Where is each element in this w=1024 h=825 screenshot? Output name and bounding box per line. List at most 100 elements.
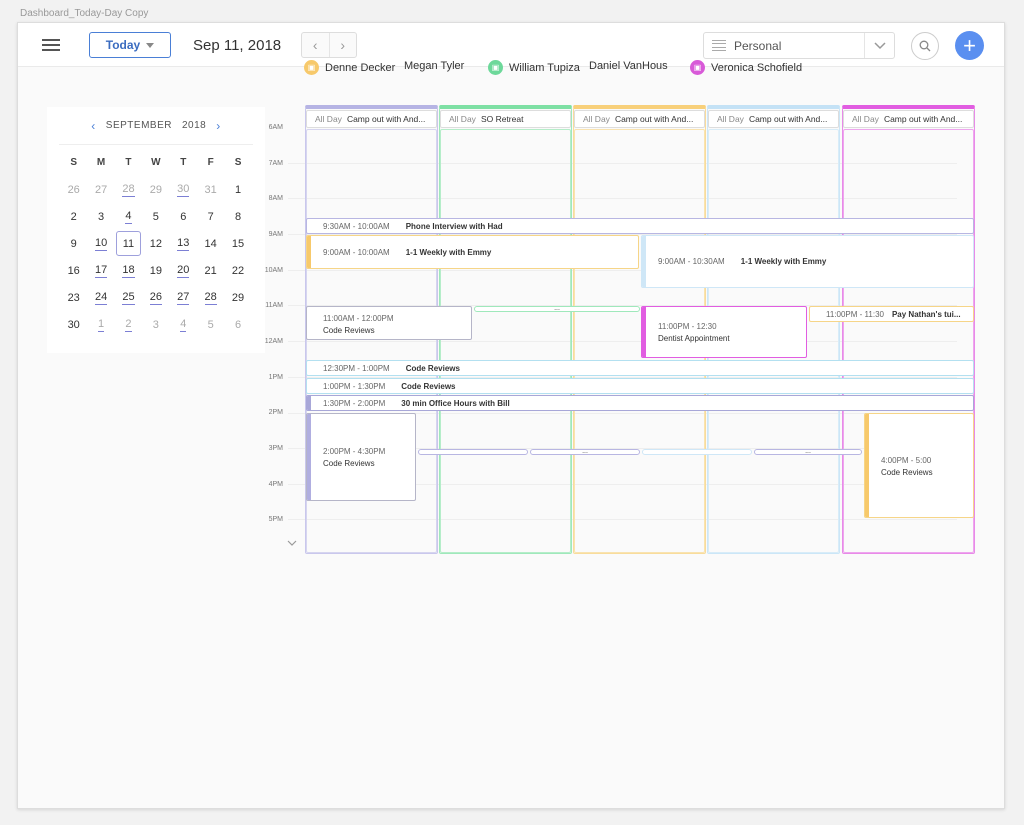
more-events[interactable]	[642, 449, 752, 455]
more-events[interactable]: ...	[754, 448, 862, 455]
event-code-reviews-4[interactable]: 4:00PM - 5:00 Code Reviews	[864, 413, 974, 518]
person-william[interactable]: ▣ William Tupiza	[488, 60, 580, 75]
day-cell[interactable]: 3	[87, 203, 114, 230]
mini-calendar-month: SEPTEMBER	[105, 120, 172, 131]
allday-event[interactable]: All Day SO Retreat	[440, 110, 571, 128]
event-code-reviews-1230[interactable]: 12:30PM - 1:00PM Code Reviews	[306, 360, 974, 376]
day-cell[interactable]: 28	[115, 176, 142, 203]
day-cell[interactable]: 4	[170, 311, 197, 338]
day-cell[interactable]: 1	[224, 176, 251, 203]
day-cell[interactable]: 29	[224, 284, 251, 311]
person-veronica[interactable]: ▣ Veronica Schofield	[690, 60, 802, 75]
current-date: Sep 11, 2018	[193, 37, 282, 54]
event-code-reviews-2[interactable]: 2:00PM - 4:30PM Code Reviews	[306, 413, 416, 501]
day-cell[interactable]: 24	[87, 284, 114, 311]
weekday-label: T	[125, 157, 132, 168]
time-label: 5PM	[268, 516, 283, 523]
day-cell[interactable]: 25	[115, 284, 142, 311]
day-number: 20	[177, 263, 190, 278]
day-cell[interactable]: 27	[87, 176, 114, 203]
chevron-right-icon[interactable]: ›	[328, 33, 357, 57]
day-cell[interactable]: 11	[115, 230, 142, 257]
event-phone-interview[interactable]: 9:30AM - 10:00AM Phone Interview with Had	[306, 218, 974, 234]
day-cell[interactable]: 12	[142, 230, 169, 257]
chevron-down-icon[interactable]	[864, 33, 894, 58]
day-number: 1	[234, 183, 242, 196]
allday-event[interactable]: All Day Camp out with And...	[708, 110, 839, 128]
day-cell[interactable]: 16	[60, 257, 87, 284]
calendar-select[interactable]: Personal	[703, 32, 895, 59]
person-daniel[interactable]: Daniel VanHous	[589, 60, 668, 72]
day-number: 27	[94, 183, 108, 196]
more-events[interactable]: ...	[474, 305, 640, 312]
day-cell[interactable]: 6	[170, 203, 197, 230]
person-megan[interactable]: Megan Tyler	[404, 60, 464, 72]
day-cell[interactable]: 10	[87, 230, 114, 257]
event-weekly-emmy-2[interactable]: 9:00AM - 10:30AM 1-1 Weekly with Emmy	[641, 235, 974, 288]
day-cell[interactable]: 17	[87, 257, 114, 284]
day-cell[interactable]: 31	[197, 176, 224, 203]
day-cell[interactable]: 20	[170, 257, 197, 284]
person-denne[interactable]: ▣ Denne Decker	[304, 60, 395, 75]
day-cell[interactable]: 9	[60, 230, 87, 257]
day-number: 18	[122, 263, 135, 278]
day-cell[interactable]: 1	[87, 311, 114, 338]
day-number: 21	[204, 264, 217, 277]
today-button[interactable]: Today	[89, 32, 171, 58]
day-cell[interactable]: 21	[197, 257, 224, 284]
day-cell[interactable]: 13	[170, 230, 197, 257]
day-number: 4	[180, 317, 187, 332]
list-icon	[712, 40, 726, 51]
next-month-icon[interactable]: ›	[216, 119, 221, 133]
day-cell[interactable]: 23	[60, 284, 87, 311]
event-office-hours[interactable]: 1:30PM - 2:00PM 30 min Office Hours with …	[306, 395, 974, 411]
day-cell[interactable]: 14	[197, 230, 224, 257]
day-cell[interactable]: 6	[224, 311, 251, 338]
add-event-button[interactable]: +	[955, 31, 984, 60]
event-code-reviews-11[interactable]: 11:00AM - 12:00PM Code Reviews	[306, 306, 472, 340]
day-cell[interactable]: 5	[197, 311, 224, 338]
search-button[interactable]	[911, 32, 939, 60]
day-number: 7	[207, 210, 214, 223]
today-label: Today	[105, 38, 141, 52]
chevron-down-icon[interactable]	[287, 538, 297, 548]
day-cell[interactable]: 2	[115, 311, 142, 338]
person-name: Daniel VanHous	[589, 60, 668, 72]
day-cell[interactable]: 28	[197, 284, 224, 311]
more-events[interactable]: ...	[530, 448, 640, 455]
day-cell[interactable]: 27	[170, 284, 197, 311]
day-cell[interactable]: 3	[142, 311, 169, 338]
menu-icon[interactable]	[42, 39, 60, 51]
person-name: Veronica Schofield	[711, 61, 803, 74]
day-number: 2	[125, 317, 132, 332]
more-events[interactable]	[418, 449, 528, 455]
day-cell[interactable]: 5	[142, 203, 169, 230]
day-cell[interactable]: 2	[60, 203, 87, 230]
event-code-reviews-1[interactable]: 1:00PM - 1:30PM Code Reviews	[306, 378, 974, 394]
event-pay-nathan[interactable]: 11:00PM - 11:30 Pay Nathan's tui...	[809, 306, 974, 322]
date-nav: ‹ ›	[301, 32, 357, 58]
day-cell[interactable]: 4	[115, 203, 142, 230]
event-dentist[interactable]: 11:00PM - 12:30 Dentist Appointment	[641, 306, 807, 358]
prev-month-icon[interactable]: ‹	[91, 119, 96, 133]
day-number: 22	[231, 264, 245, 277]
allday-event[interactable]: All Day Camp out with And...	[574, 110, 705, 128]
day-cell[interactable]: 30	[170, 176, 197, 203]
day-cell[interactable]: 18	[115, 257, 142, 284]
time-label: 9AM	[268, 231, 283, 238]
day-cell[interactable]: 29	[142, 176, 169, 203]
day-cell[interactable]: 19	[142, 257, 169, 284]
event-weekly-emmy[interactable]: 9:00AM - 10:00AM 1-1 Weekly with Emmy	[306, 235, 639, 269]
allday-event[interactable]: All Day Camp out with And...	[843, 110, 974, 128]
day-cell[interactable]: 26	[142, 284, 169, 311]
day-cell[interactable]: 7	[197, 203, 224, 230]
allday-event[interactable]: All Day Camp out with And...	[306, 110, 437, 128]
day-cell[interactable]: 15	[224, 230, 251, 257]
day-cell[interactable]: 8	[224, 203, 251, 230]
day-cell[interactable]: 22	[224, 257, 251, 284]
time-label: 4PM	[268, 481, 283, 488]
day-cell[interactable]: 26	[60, 176, 87, 203]
chevron-left-icon[interactable]: ‹	[302, 33, 329, 57]
day-cell[interactable]: 30	[60, 311, 87, 338]
day-number: 25	[122, 290, 135, 305]
